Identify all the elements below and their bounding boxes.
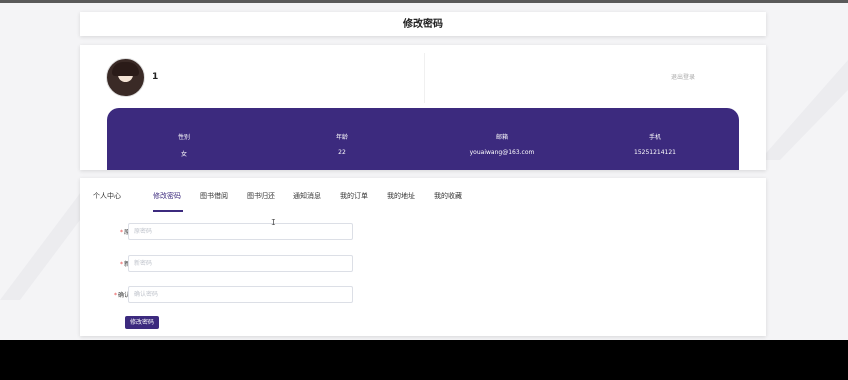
profile-card: 1 退出登录 性别 女 年龄 22 邮箱 youaiwang@163.com 手… [80, 45, 766, 170]
confirm-password-input[interactable] [128, 286, 353, 303]
stat-value: 女 [180, 151, 187, 158]
tab-my-orders[interactable]: 我的订单 [340, 191, 368, 201]
stat-phone: 手机 15251214121 [615, 132, 695, 156]
logout-link[interactable]: 退出登录 [671, 72, 695, 81]
username: 1 [152, 72, 159, 82]
profile-stats-panel: 性别 女 年龄 22 邮箱 youaiwang@163.com 手机 15251… [107, 108, 739, 170]
stat-label: 手机 [648, 134, 661, 141]
tab-book-borrow[interactable]: 图书借阅 [200, 191, 228, 201]
change-password-button[interactable]: 修改密码 [125, 316, 159, 329]
text-cursor-icon: I [271, 218, 276, 227]
old-password-row: *原密码 [80, 223, 380, 241]
page-title-card: 修改密码 [80, 12, 766, 36]
tab-my-address[interactable]: 我的地址 [387, 191, 415, 201]
stat-email: 邮箱 youaiwang@163.com [452, 132, 552, 156]
stat-value: 15251214121 [634, 149, 676, 156]
tab-personal-center[interactable]: 个人中心 [93, 191, 121, 201]
bottom-black-bar [0, 340, 848, 380]
stat-label: 年龄 [335, 134, 348, 141]
stat-age: 年龄 22 [317, 132, 367, 156]
stat-value: 22 [338, 149, 346, 156]
tab-notifications[interactable]: 通知消息 [293, 191, 321, 201]
old-password-input[interactable] [128, 223, 353, 240]
avatar[interactable] [106, 58, 145, 97]
new-password-input[interactable] [128, 255, 353, 272]
top-banner-strip [0, 0, 848, 3]
stat-gender: 性别 女 [159, 132, 209, 158]
stat-label: 邮箱 [495, 134, 508, 141]
stat-value: youaiwang@163.com [469, 149, 535, 156]
tab-my-favorites[interactable]: 我的收藏 [434, 191, 462, 201]
active-tab-indicator [153, 210, 183, 212]
stat-label: 性别 [177, 134, 190, 141]
avatar-image [112, 62, 139, 76]
page-title: 修改密码 [403, 19, 443, 30]
tab-book-return[interactable]: 图书归还 [247, 191, 275, 201]
new-password-row: *新密码 [80, 255, 380, 273]
confirm-password-row: *确认密码 [80, 286, 380, 304]
profile-divider [424, 53, 425, 103]
main-card: 个人中心 修改密码 图书借阅 图书归还 通知消息 我的订单 我的地址 我的收藏 … [80, 178, 766, 336]
tab-change-password[interactable]: 修改密码 [153, 191, 181, 201]
